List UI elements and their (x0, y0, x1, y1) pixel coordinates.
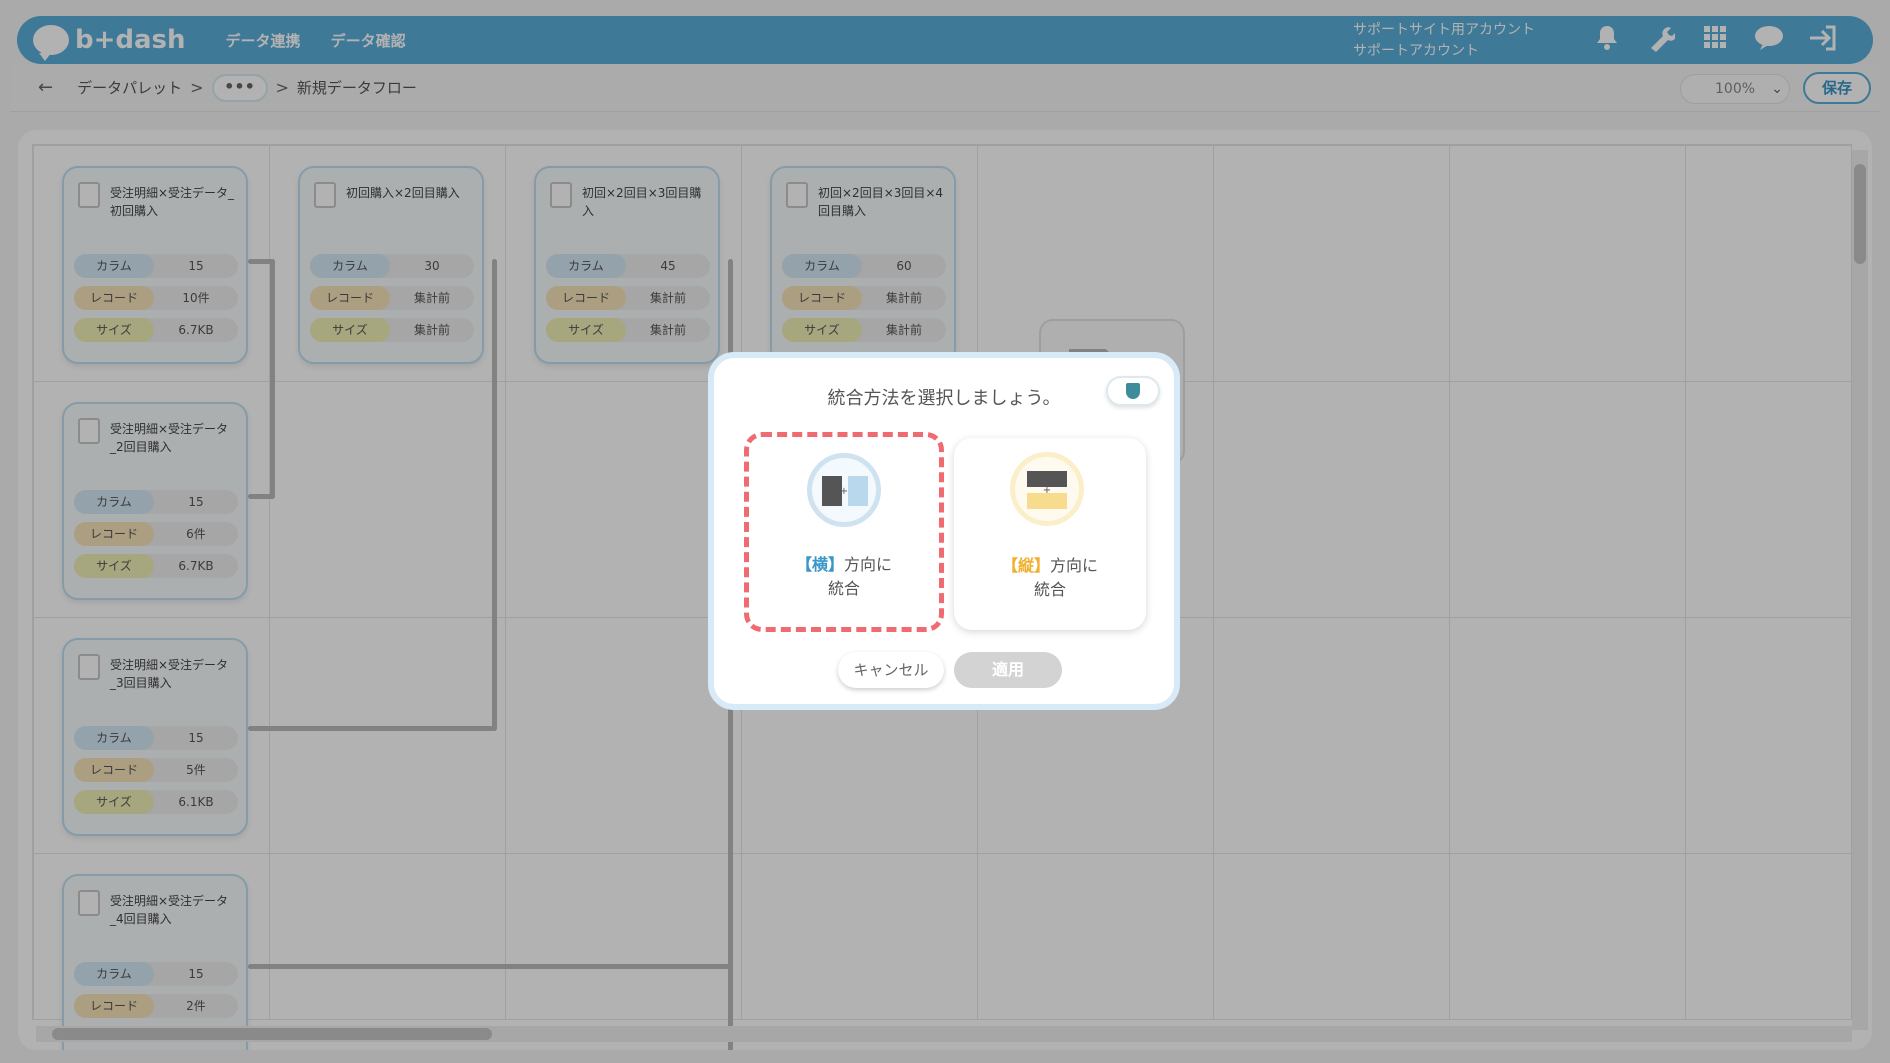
svg-text:+: + (1043, 485, 1051, 496)
apply-button[interactable]: 適用 (954, 652, 1062, 688)
cancel-button[interactable]: キャンセル (838, 652, 944, 688)
horizontal-merge-option[interactable]: + 【横】方向に 統合 (744, 432, 944, 632)
beginner-mark-icon (1126, 383, 1140, 399)
svg-text:+: + (840, 486, 848, 497)
beginner-help-button[interactable] (1106, 376, 1160, 406)
dialog-title: 統合方法を選択しましょう。 (827, 388, 1061, 409)
vertical-merge-label: 【縦】方向に 統合 (1001, 556, 1099, 599)
merge-method-dialog: 統合方法を選択しましょう。 + 【横】方向に 統合 + 【縦】方向に 統合 キャ… (708, 352, 1180, 710)
vertical-merge-icon: + (1010, 452, 1084, 526)
horizontal-merge-icon: + (807, 453, 881, 527)
vertical-merge-option[interactable]: + 【縦】方向に 統合 (954, 438, 1146, 630)
horizontal-merge-label: 【横】方向に 統合 (795, 555, 893, 598)
app: b+dash データ連携 データ確認 サポートサイト用アカウント サポートアカウ… (0, 0, 1890, 1063)
